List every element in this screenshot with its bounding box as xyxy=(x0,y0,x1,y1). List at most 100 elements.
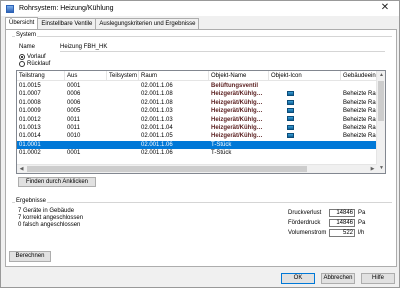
tab-design-criteria[interactable]: Auslegungskriterien und Ergebnisse xyxy=(95,18,200,29)
vertical-scrollbar[interactable]: ▲ ▼ xyxy=(376,71,385,173)
tab-adjustable-valves[interactable]: Einstellbare Ventile xyxy=(37,18,97,29)
flow-rate-value: 522 xyxy=(329,229,355,237)
col-aus[interactable]: Aus xyxy=(65,71,107,80)
table-cell xyxy=(107,149,139,157)
radio-label: Vorlauf xyxy=(27,54,46,60)
app-icon xyxy=(6,4,14,13)
pump-pressure-value: 14846 xyxy=(329,219,355,227)
find-by-click-button[interactable]: Finden durch Anklicken xyxy=(18,177,96,187)
calculate-button[interactable]: Berechnen xyxy=(9,251,51,262)
pump-pressure-label: Förderdruck xyxy=(288,220,321,226)
table-cell: 02.001.1.08 xyxy=(141,91,173,98)
table-cell xyxy=(107,99,139,107)
table-cell: 01.0008 xyxy=(19,99,41,106)
table-cell: Belüftungsventil xyxy=(211,83,259,89)
device-icon xyxy=(287,133,294,139)
col-teilstrang[interactable]: Teilstrang xyxy=(17,71,65,80)
table-row[interactable]: 01.0002 0001 02.001.1.06 T-Stück xyxy=(17,149,377,157)
flow-rate-label: Volumenstrom xyxy=(288,230,327,236)
radio-dot xyxy=(19,61,25,67)
ok-button[interactable]: OK xyxy=(281,273,315,284)
table-cell xyxy=(341,141,377,149)
table-cell xyxy=(269,132,341,140)
table-cell: Beheizte Rau xyxy=(343,91,377,98)
table-cell xyxy=(107,141,139,149)
table-row[interactable]: 01.0007 0006 02.001.1.08 Heizgerät/Kühlg… Be… xyxy=(17,90,377,98)
table-header: Teilstrang Aus Teilsystem Raum Objekt-Na… xyxy=(17,71,377,81)
table-cell xyxy=(269,124,341,132)
col-objekt-name[interactable]: Objekt-Name xyxy=(209,71,269,80)
tab-panel: System Name Heizung FBH_HK Vorlauf Rückl… xyxy=(5,29,397,267)
close-icon[interactable]: ✕ xyxy=(374,2,396,14)
help-button[interactable]: Hilfe xyxy=(361,273,395,284)
title-bar: Rohrsystem: Heizung/Kühlung ✕ xyxy=(1,1,399,16)
table-cell: 0006 xyxy=(67,91,81,98)
system-group-label: System xyxy=(15,32,38,38)
radio-ruecklauf[interactable]: Rücklauf xyxy=(19,61,50,67)
table-cell: 02.001.1.06 xyxy=(141,141,173,148)
dialog-window: Rohrsystem: Heizung/Kühlung ✕ Übersicht … xyxy=(0,0,400,288)
horizontal-scrollbar[interactable]: ◀ ▶ xyxy=(17,164,377,173)
table-cell: 02.001.1.08 xyxy=(141,99,173,106)
table-cell: 01.0012 xyxy=(19,116,41,123)
table-cell xyxy=(341,82,377,90)
name-underline xyxy=(60,51,385,52)
table-cell: Beheizte Rau xyxy=(343,133,377,140)
table-cell xyxy=(107,116,139,124)
table-cell: 01.0014 xyxy=(19,133,41,140)
tab-strip: Übersicht Einstellbare Ventile Auslegung… xyxy=(5,17,200,29)
table-cell: 01.0013 xyxy=(19,124,41,131)
scroll-thumb[interactable] xyxy=(378,81,384,121)
tab-overview[interactable]: Übersicht xyxy=(5,17,39,29)
scroll-left-icon[interactable]: ◀ xyxy=(17,165,26,173)
table-cell: 01.0015 xyxy=(19,83,41,89)
table-row[interactable]: 01.0013 0011 02.001.1.04 Heizgerät/Kühlg… Be… xyxy=(17,124,377,132)
table-cell xyxy=(65,141,107,149)
table-row[interactable]: 01.0008 0006 02.001.1.08 Heizgerät/Kühlg… Be… xyxy=(17,99,377,107)
scroll-right-icon[interactable]: ▶ xyxy=(368,165,377,173)
table-cell: 02.001.1.04 xyxy=(141,124,173,131)
name-label: Name xyxy=(19,44,36,50)
scroll-down-icon[interactable]: ▼ xyxy=(377,164,385,173)
result-wrong: 0 falsch angeschlossen xyxy=(18,222,81,228)
pressure-loss-value: 14846 xyxy=(329,209,355,217)
table-cell xyxy=(341,149,377,157)
table-row[interactable]: 01.0014 0010 02.001.1.05 Heizgerät/Kühlg… Be… xyxy=(17,132,377,140)
table-row[interactable]: 01.0009 0005 02.001.1.03 Heizgerät/Kühlg… Be… xyxy=(17,107,377,115)
result-correct: 7 korrekt angeschlossen xyxy=(18,215,84,221)
cancel-button[interactable]: Abbrechen xyxy=(321,273,355,284)
radio-vorlauf[interactable]: Vorlauf xyxy=(19,54,46,60)
table-cell: 02.001.1.03 xyxy=(141,108,173,115)
table-cell: 0011 xyxy=(67,124,80,131)
table-cell xyxy=(269,99,341,107)
table-cell xyxy=(107,107,139,115)
table-cell: Heizgerät/Kühlg… xyxy=(211,99,263,106)
table-cell: 01.0007 xyxy=(19,91,41,98)
results-group-label: Ergebnisse xyxy=(15,198,48,204)
table-cell xyxy=(269,90,341,98)
results-divider xyxy=(12,202,392,203)
scroll-thumb[interactable] xyxy=(27,166,307,172)
col-objekt-icon[interactable]: Objekt-Icon xyxy=(269,71,341,80)
device-icon xyxy=(287,99,294,105)
scroll-up-icon[interactable]: ▲ xyxy=(377,71,385,80)
col-raum[interactable]: Raum xyxy=(139,71,209,80)
table-cell xyxy=(269,82,341,90)
table-cell: 02.001.1.05 xyxy=(141,133,173,140)
table-cell xyxy=(107,90,139,98)
table-cell: 0005 xyxy=(67,108,81,115)
flow-rate-unit: l/h xyxy=(358,230,365,236)
table-cell xyxy=(269,107,341,115)
table-row[interactable]: 01.0012 0011 02.001.1.03 Heizgerät/Kühlg… Be… xyxy=(17,116,377,124)
device-icon xyxy=(287,91,294,97)
device-icon xyxy=(287,124,294,130)
col-teilsystem[interactable]: Teilsystem xyxy=(107,71,139,80)
table-cell: Heizgerät/Kühlg… xyxy=(211,116,263,123)
col-gebaeudeeinheit[interactable]: Gebäudeeinh xyxy=(341,71,377,80)
device-icon xyxy=(287,108,294,114)
table-row[interactable]: 01.0015 0001 02.001.1.06 Belüftungsventil xyxy=(17,82,377,90)
table-cell: 01.0001 xyxy=(19,141,41,148)
table-row[interactable]: 01.0001 02.001.1.06 T-Stück xyxy=(17,140,377,150)
table-cell: 02.001.1.03 xyxy=(141,116,173,123)
device-icon xyxy=(287,116,294,122)
